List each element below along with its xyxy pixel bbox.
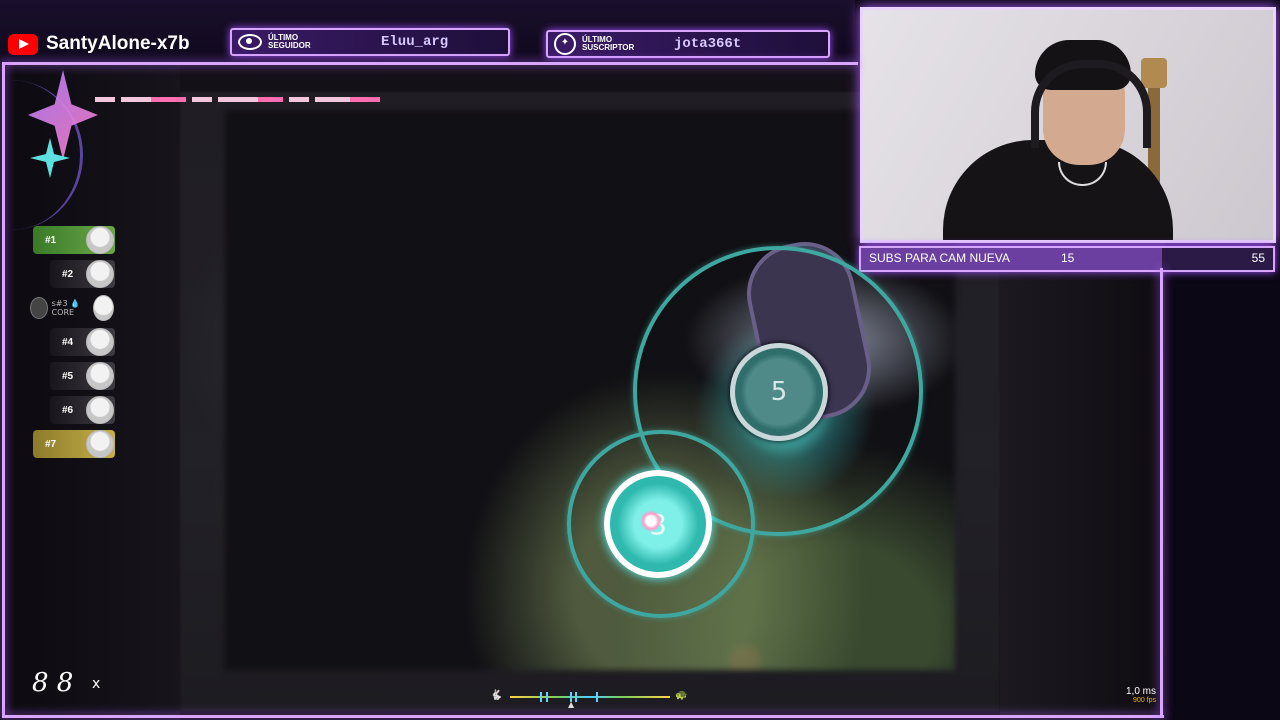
progress-segment (289, 97, 309, 102)
right-shade (1000, 270, 1160, 720)
avatar (86, 260, 114, 288)
cursor (640, 510, 662, 532)
leaderboard-rank: #1 (45, 234, 57, 246)
leaderboard-rank: #5 (62, 370, 74, 382)
label-line2: SUSCRIPTOR (582, 43, 635, 52)
player-entry-text: s#3 💧 CORE (51, 299, 81, 317)
last-subscriber-label: ÚLTIMO SUSCRIPTOR (582, 36, 640, 52)
fps-value: 900 fps (1133, 697, 1156, 704)
leaderboard-rank: #7 (45, 438, 57, 450)
sub-goal-current: 15 (1061, 251, 1075, 265)
leaderboard-entry: #1 (33, 226, 115, 254)
sub-goal-label: SUBS PARA CAM NUEVA (869, 251, 1010, 265)
leaderboard-player-entry: s#3 💧 CORE (30, 294, 115, 322)
song-progress-bar (95, 95, 393, 104)
frame-right (1160, 268, 1163, 718)
leaderboard-rank: #6 (62, 404, 74, 416)
hit-error-bar (510, 696, 670, 698)
progress-segment (95, 97, 115, 102)
webcam-feed (860, 7, 1276, 243)
frame-time: 1,0 ms (1125, 686, 1156, 697)
progress-segment (350, 97, 380, 102)
hit-error-tick (546, 692, 548, 702)
leaderboard-entry: #5 (50, 362, 115, 390)
channel-badge: SantyAlone-x7b (8, 26, 216, 62)
fps-counter: 1,0 ms 900 fps (1118, 686, 1156, 704)
guitar-head (1141, 58, 1167, 88)
frame-top (2, 62, 858, 65)
last-follower-value: Eluu_arg (381, 34, 449, 50)
sub-goal-target: 55 (1251, 251, 1265, 265)
avatar (86, 328, 114, 356)
progress-segment (151, 97, 186, 102)
progress-segment (258, 97, 283, 102)
frame-bottom (2, 715, 1164, 718)
last-follower-label: ÚLTIMO SEGUIDOR (268, 34, 326, 50)
progress-segment (192, 97, 212, 102)
avatar (86, 430, 114, 458)
avatar (93, 295, 114, 321)
leaderboard-entry: #7 (33, 430, 115, 458)
progress-segment (218, 97, 258, 102)
turtle-icon: 🐢 (675, 690, 688, 701)
hit-error-tick (596, 692, 598, 702)
center-marker-icon: ▲ (568, 700, 575, 709)
last-subscriber-box: ✦ ÚLTIMO SUSCRIPTOR jota366t (546, 30, 830, 58)
rabbit-icon: 🐇 (490, 690, 503, 701)
youtube-icon (8, 33, 38, 55)
sub-goal-bar: SUBS PARA CAM NUEVA 15 55 (859, 246, 1275, 272)
leaderboard-entry: #2 (50, 260, 115, 288)
outer-background (1170, 270, 1280, 720)
channel-name: SantyAlone-x7b (46, 33, 190, 54)
avatar (86, 362, 114, 390)
progress-segment (315, 97, 350, 102)
player-avatar (30, 297, 48, 319)
last-subscriber-value: jota366t (674, 36, 742, 52)
eye-icon (238, 34, 262, 50)
progress-segment (121, 97, 151, 102)
hit-circle[interactable]: 5 (730, 343, 828, 441)
hit-circle-number: 5 (770, 377, 788, 407)
hit-error-tick (540, 692, 542, 702)
avatar (86, 226, 114, 254)
avatar (86, 396, 114, 424)
last-follower-box: ÚLTIMO SEGUIDOR Eluu_arg (230, 28, 510, 56)
combo-suffix: x (92, 676, 101, 692)
star-icon: ✦ (554, 33, 576, 55)
leaderboard-rank: #4 (62, 336, 74, 348)
leaderboard-rank: #2 (62, 268, 74, 280)
label-line2: SEGUIDOR (268, 41, 311, 50)
hit-error-tick (575, 692, 577, 702)
combo-counter: 8 8 (32, 668, 74, 698)
headphones (1031, 60, 1151, 148)
leaderboard-entry: #6 (50, 396, 115, 424)
leaderboard-entry: #4 (50, 328, 115, 356)
